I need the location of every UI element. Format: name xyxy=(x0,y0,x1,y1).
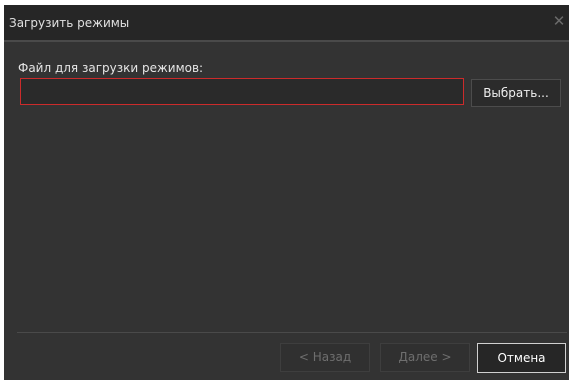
file-path-input[interactable] xyxy=(20,78,464,105)
dialog-title: Загрузить режимы xyxy=(9,16,130,30)
cancel-button[interactable]: Отмена xyxy=(477,343,566,373)
browse-button[interactable]: Выбрать... xyxy=(471,79,561,107)
close-icon[interactable]: ✕ xyxy=(551,13,567,29)
next-button[interactable]: Далее > xyxy=(380,343,470,372)
back-button[interactable]: < Назад xyxy=(280,343,370,372)
file-field-label: Файл для загрузки режимов: xyxy=(18,61,204,75)
dialog-titlebar: Загрузить режимы ✕ xyxy=(4,5,569,42)
footer-divider xyxy=(17,332,567,333)
